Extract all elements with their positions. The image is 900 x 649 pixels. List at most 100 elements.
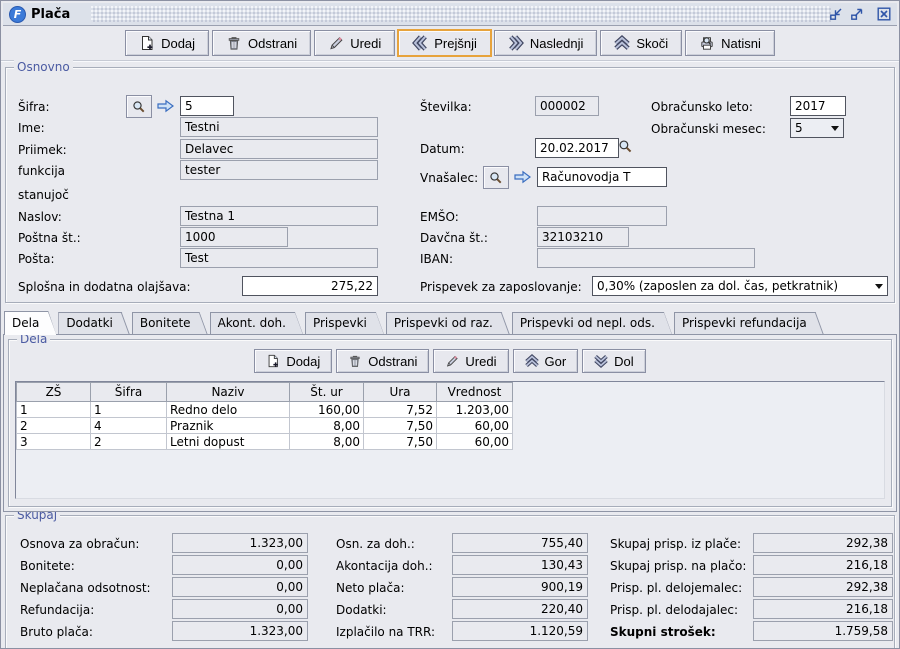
obracunski-mesec-select[interactable]: 5 (790, 118, 844, 138)
dodatki-field: 220,40 (452, 599, 588, 619)
postna-st-field: 1000 (180, 227, 288, 247)
jump-button-label: Skoči (636, 36, 668, 51)
postna-st-label: Poštna št.: (18, 230, 81, 246)
tab-dela[interactable]: Dela (4, 311, 56, 335)
dela-remove-button[interactable]: Odstrani (336, 349, 429, 373)
datum-field[interactable]: 20.02.2017 (535, 138, 619, 158)
priimek-field: Delavec (180, 139, 378, 159)
col-header-st-ur[interactable]: Št. ur (290, 383, 364, 402)
dela-add-button[interactable]: Dodaj (254, 349, 332, 373)
remove-button[interactable]: Odstrani (212, 30, 311, 56)
chevrons-up-icon (614, 35, 630, 51)
jump-button[interactable]: Skoči (600, 30, 682, 56)
sifra-field[interactable]: 5 (180, 96, 234, 116)
dela-down-label: Dol (614, 354, 634, 369)
cell-naziv: Praznik (167, 418, 290, 434)
skupaj-group: Skupaj Osnova za obračun: 1.323,00 Bonit… (5, 515, 895, 649)
tab-prispevki-od-raz[interactable]: Prispevki od raz. (386, 312, 510, 334)
table-row[interactable]: 1 1 Redno delo 160,00 7,52 1.203,00 (17, 402, 513, 418)
davcna-st-field: 32103210 (537, 227, 629, 247)
add-button[interactable]: Dodaj (125, 30, 209, 56)
tab-panel: Dela Dodaj Odstrani Uredi Gor Dol ZŠ Šif… (3, 334, 897, 512)
izplacilo-na-trr-label: Izplačilo na TRR: (336, 624, 435, 640)
prisp-pl-delojemalec-field: 292,38 (753, 577, 893, 597)
maximize-button[interactable] (849, 6, 865, 22)
prispevek-select[interactable]: 0,30% (zaposlen za dol. čas, petkratnik) (592, 276, 888, 296)
refundacija-field: 0,00 (172, 599, 308, 619)
cell-st-ur: 8,00 (290, 434, 364, 450)
refundacija-label: Refundacija: (20, 602, 94, 618)
cell-st-ur: 160,00 (290, 402, 364, 418)
dela-edit-label: Uredi (465, 354, 496, 369)
prisp-pl-delodajalec-field: 216,18 (753, 599, 893, 619)
cell-vrednost: 60,00 (437, 418, 513, 434)
cell-ura: 7,52 (364, 402, 437, 418)
cell-ura: 7,50 (364, 418, 437, 434)
edit-button[interactable]: Uredi (314, 30, 395, 56)
print-button[interactable]: Natisni (685, 30, 775, 56)
close-button[interactable] (876, 6, 892, 22)
tab-prispevki[interactable]: Prispevki (305, 312, 384, 334)
prisp-pl-delojemalec-label: Prisp. pl. delojemalec: (610, 580, 742, 596)
minimize-button[interactable] (828, 6, 844, 22)
cell-naziv: Redno delo (167, 402, 290, 418)
tab-bonitete[interactable]: Bonitete (132, 312, 208, 334)
col-header-zs[interactable]: ZŠ (17, 383, 91, 402)
funkcija-label: funkcija (18, 163, 65, 179)
datum-magnifier-icon[interactable] (618, 139, 633, 154)
chevrons-right-icon (508, 35, 524, 51)
col-header-vrednost[interactable]: Vrednost (437, 383, 513, 402)
tab-akont-doh[interactable]: Akont. doh. (210, 312, 303, 334)
table-row[interactable]: 3 2 Letni dopust 8,00 7,50 60,00 (17, 434, 513, 450)
skupaj-prisp-na-placo-label: Skupaj prisp. na plačo: (610, 558, 746, 574)
cell-zs: 3 (17, 434, 91, 450)
dela-edit-button[interactable]: Uredi (433, 349, 508, 373)
chevrons-up-icon (525, 354, 539, 368)
dela-down-button[interactable]: Dol (582, 349, 646, 373)
dela-table: ZŠ Šifra Naziv Št. ur Ura Vrednost 1 1 R (16, 382, 513, 450)
magnifier-icon (489, 171, 503, 185)
chevron-down-icon (831, 126, 839, 135)
naslov-label: Naslov: (18, 209, 62, 225)
page-plus-icon (139, 35, 155, 51)
stevilka-field: 000002 (535, 96, 599, 116)
col-header-sifra[interactable]: Šifra (91, 383, 167, 402)
neplacana-odsotnost-field: 0,00 (172, 577, 308, 597)
emso-field (537, 206, 667, 226)
dela-up-button[interactable]: Gor (513, 349, 579, 373)
posta-label: Pošta: (18, 251, 55, 267)
olajsava-field[interactable]: 275,22 (242, 276, 378, 296)
naslov-field: Testna 1 (180, 206, 378, 226)
tab-prispevki-od-nepl-ods[interactable]: Prispevki od nepl. ods. (512, 312, 672, 334)
vnasalec-lookup-button[interactable] (483, 166, 509, 189)
vnasalec-field[interactable]: Računovodja T (537, 167, 667, 187)
dodatki-label: Dodatki: (336, 602, 387, 618)
bonitete-field: 0,00 (172, 555, 308, 575)
cell-vrednost: 60,00 (437, 434, 513, 450)
col-header-naziv[interactable]: Naziv (167, 383, 290, 402)
skupaj-prisp-iz-place-label: Skupaj prisp. iz plače: (610, 536, 741, 552)
cell-st-ur: 8,00 (290, 418, 364, 434)
cell-vrednost: 1.203,00 (437, 402, 513, 418)
next-button[interactable]: Naslednji (494, 30, 597, 56)
obracunski-mesec-label: Obračunski mesec: (651, 121, 766, 137)
cell-sifra: 1 (91, 402, 167, 418)
skupaj-prisp-na-placo-field: 216,18 (753, 555, 893, 575)
table-row[interactable]: 2 4 Praznik 8,00 7,50 60,00 (17, 418, 513, 434)
previous-button-label: Prejšnji (434, 36, 477, 51)
tab-dodatki[interactable]: Dodatki (58, 312, 130, 334)
dela-add-label: Dodaj (286, 354, 320, 369)
obracunsko-leto-field[interactable]: 2017 (790, 96, 846, 116)
col-header-ura[interactable]: Ura (364, 383, 437, 402)
cell-zs: 2 (17, 418, 91, 434)
trash-icon (348, 354, 362, 368)
tab-prispevki-refundacija[interactable]: Prispevki refundacija (674, 312, 824, 334)
prispevek-label: Prispevek za zaposlovanje: (420, 279, 582, 295)
titlebar[interactable]: F Plača (3, 3, 897, 26)
maximize-icon (849, 6, 865, 22)
sifra-lookup-button[interactable] (126, 95, 152, 118)
tab-bar: Dela Dodatki Bonitete Akont. doh. Prispe… (3, 311, 897, 334)
page-plus-icon (266, 354, 280, 368)
vnasalec-label: Vnašalec: (420, 170, 478, 186)
previous-button[interactable]: Prejšnji (398, 30, 491, 56)
